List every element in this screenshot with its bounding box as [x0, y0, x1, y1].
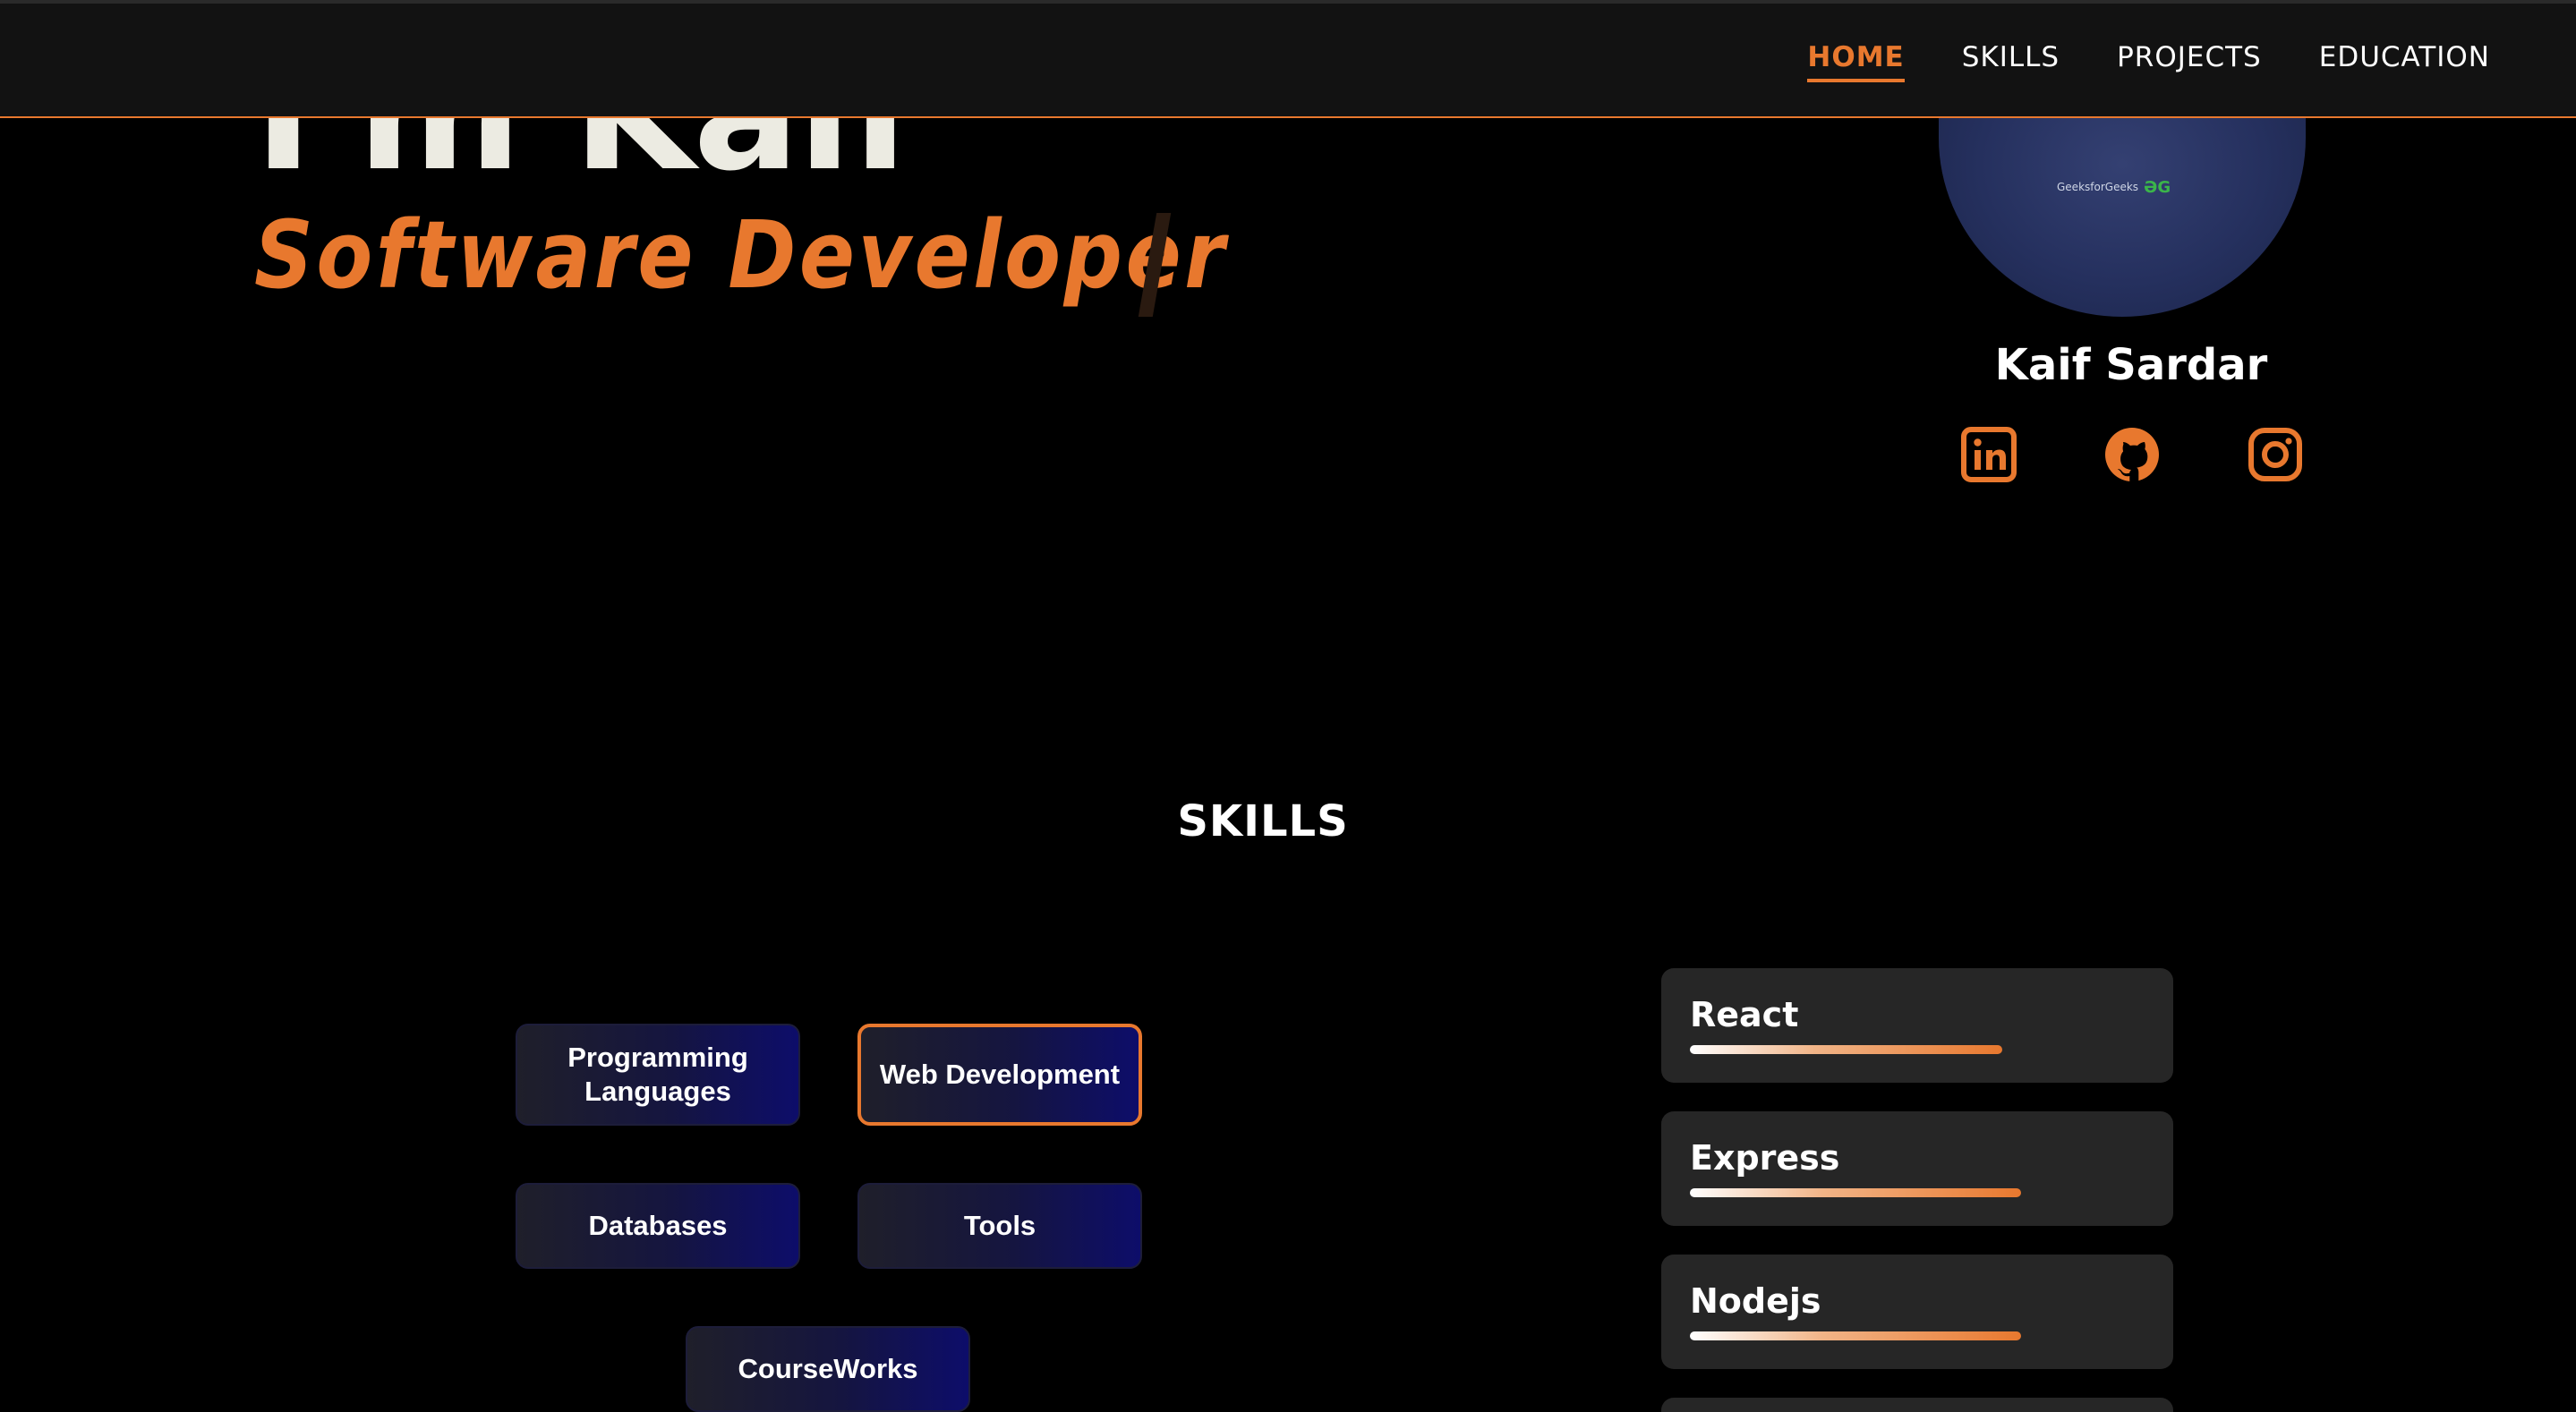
category-courseworks[interactable]: CourseWorks	[686, 1326, 970, 1412]
nav-skills[interactable]: SKILLS	[1962, 41, 2060, 82]
gfg-logo-icon: ƏG	[2144, 177, 2171, 197]
portfolio-page: I'm Kaif Software Developer GeeksforGeek…	[0, 0, 2576, 1412]
hero-role: Software Developer	[254, 200, 1228, 310]
shirt-logo: GeeksforGeeks ƏG	[2057, 177, 2191, 197]
skill-card-express: Express	[1661, 1111, 2173, 1226]
skill-name: React	[1690, 995, 1799, 1034]
top-navbar: HOME SKILLS PROJECTS EDUCATION	[0, 0, 2576, 118]
skill-card-react: React	[1661, 968, 2173, 1083]
category-tools[interactable]: Tools	[857, 1183, 1142, 1269]
skill-card-nodejs: Nodejs	[1661, 1255, 2173, 1369]
instagram-icon[interactable]	[2247, 426, 2304, 483]
skill-card-next-partial	[1661, 1398, 2173, 1412]
profile-name: Kaif Sardar	[1994, 340, 2268, 390]
shirt-logo-text: GeeksforGeeks	[2057, 181, 2139, 193]
skills-section-title: SKILLS	[0, 796, 2576, 846]
skill-progress-fill	[1690, 1045, 2002, 1054]
skill-progress-fill	[1690, 1331, 2021, 1340]
skill-progress-bar	[1690, 1045, 2066, 1054]
category-web-development[interactable]: Web Development	[857, 1024, 1142, 1126]
nav-home[interactable]: HOME	[1807, 41, 1905, 82]
social-links	[1960, 426, 2307, 487]
nav-projects[interactable]: PROJECTS	[2117, 41, 2262, 82]
category-programming-languages[interactable]: Programming Languages	[516, 1024, 800, 1126]
skill-progress-fill	[1690, 1188, 2021, 1197]
skill-progress-bar	[1690, 1188, 2066, 1197]
github-icon[interactable]	[2103, 426, 2161, 483]
skill-progress-bar	[1690, 1331, 2066, 1340]
nav-links: HOME SKILLS PROJECTS EDUCATION	[1807, 41, 2490, 82]
skills-title-text: SKILLS	[1177, 796, 1349, 846]
skill-name: Express	[1690, 1138, 1840, 1178]
linkedin-icon[interactable]	[1960, 426, 2017, 483]
category-databases[interactable]: Databases	[516, 1183, 800, 1269]
nav-education[interactable]: EDUCATION	[2319, 41, 2490, 82]
skill-name: Nodejs	[1690, 1281, 1821, 1321]
